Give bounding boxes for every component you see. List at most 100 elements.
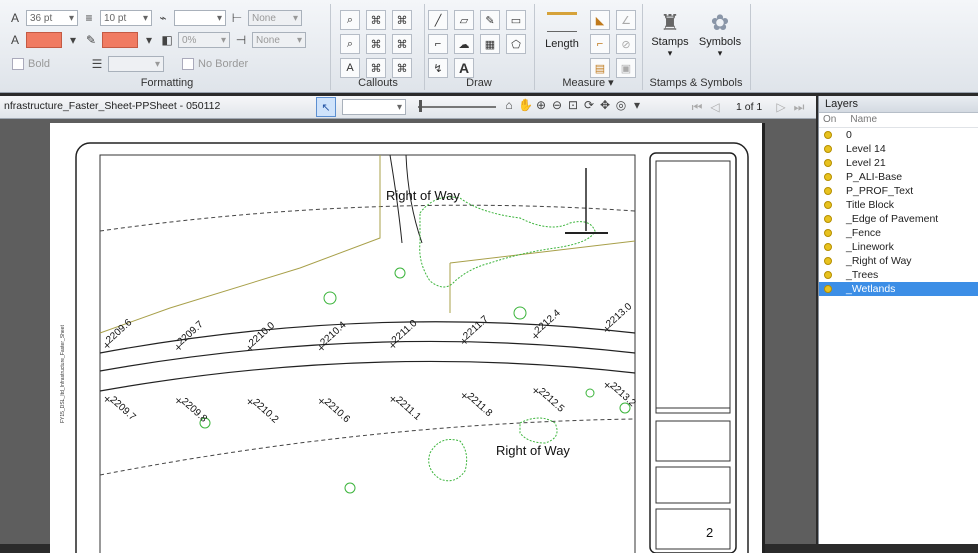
line-pattern-icon: ☰ xyxy=(91,57,103,71)
end-arrow-icon: ⊣ xyxy=(235,33,247,47)
polygon-icon[interactable]: ⬠ xyxy=(506,34,526,54)
layer-row[interactable]: _Fence xyxy=(819,226,978,240)
volume-icon[interactable]: ▣ xyxy=(616,58,636,78)
layer-visibility-icon[interactable] xyxy=(824,215,832,223)
chevron-down-icon[interactable]: ▾ xyxy=(66,33,80,47)
callout-icon[interactable]: ⌕ xyxy=(340,10,360,30)
layer-visibility-icon[interactable] xyxy=(824,145,832,153)
fit-icon[interactable]: ◎ xyxy=(614,98,628,112)
callout-icon[interactable]: ⌘ xyxy=(392,34,412,54)
column-on[interactable]: On xyxy=(823,113,836,127)
chevron-down-icon[interactable]: ▾ xyxy=(142,33,156,47)
previous-page-icon[interactable]: ◁ xyxy=(708,100,722,114)
layer-row[interactable]: Level 21 xyxy=(819,156,978,170)
first-page-icon[interactable]: ⏮ xyxy=(690,100,704,114)
bold-label: Bold xyxy=(28,58,51,70)
layer-name: Level 14 xyxy=(846,143,886,155)
layer-visibility-icon[interactable] xyxy=(824,271,832,279)
layer-row[interactable]: Level 14 xyxy=(819,142,978,156)
text-icon[interactable]: A xyxy=(454,58,474,78)
callout-icon[interactable]: ⌕ xyxy=(340,34,360,54)
font-size-select[interactable]: 36 pt ▾ xyxy=(26,10,78,26)
callout-icon[interactable]: ⌘ xyxy=(366,10,386,30)
stamps-button[interactable]: ♜ Stamps ▾ xyxy=(648,10,692,59)
next-page-icon[interactable]: ▷ xyxy=(774,100,788,114)
layer-visibility-icon[interactable] xyxy=(824,243,832,251)
pencil-icon[interactable]: ✎ xyxy=(480,10,500,30)
end-arrow-select[interactable]: None ▾ xyxy=(252,32,306,48)
zoom-select[interactable]: ▾ xyxy=(342,99,406,115)
rotate-icon[interactable]: ⟳ xyxy=(582,98,596,112)
opacity-icon: ◧ xyxy=(161,33,173,47)
line-color-swatch[interactable] xyxy=(102,32,138,48)
wetlands xyxy=(428,439,468,482)
layer-row[interactable]: _Trees xyxy=(819,268,978,282)
layer-row[interactable]: _Edge of Pavement xyxy=(819,212,978,226)
layer-visibility-icon[interactable] xyxy=(824,159,832,167)
chevron-down-icon[interactable]: ▾ xyxy=(630,98,644,112)
select-tool-icon[interactable]: ↖ xyxy=(316,97,336,117)
diameter-icon[interactable]: ⊘ xyxy=(616,34,636,54)
line-icon[interactable]: ╱ xyxy=(428,10,448,30)
text-callout-icon[interactable]: A xyxy=(340,58,360,78)
angle-icon[interactable]: ∠ xyxy=(616,10,636,30)
layer-row[interactable]: _Wetlands xyxy=(819,282,978,296)
layer-row[interactable]: _Right of Way xyxy=(819,254,978,268)
navigate-icon[interactable]: ✥ xyxy=(598,98,612,112)
perimeter-icon[interactable]: ⌐ xyxy=(590,34,610,54)
lower-station-labels: ×2209.7 ×2209.8 ×2210.2 ×2210.6 ×2211.1 ×2211… xyxy=(104,380,638,426)
symbols-button[interactable]: ✿ Symbols ▾ xyxy=(696,10,744,59)
layer-name: _Right of Way xyxy=(846,255,912,267)
zoom-in-icon[interactable]: ⊕ xyxy=(534,98,548,112)
formatting-group-label: Formatting xyxy=(140,77,194,89)
layer-visibility-icon[interactable] xyxy=(824,201,832,209)
cloud-icon[interactable]: ☁ xyxy=(454,34,474,54)
layer-row[interactable]: P_PROF_Text xyxy=(819,184,978,198)
area-icon[interactable]: ◣ xyxy=(590,10,610,30)
layer-row[interactable]: 0 xyxy=(819,128,978,142)
last-page-icon[interactable]: ⏭ xyxy=(792,100,806,114)
callout-icon[interactable]: ⌘ xyxy=(392,10,412,30)
line-width-select[interactable]: 10 pt ▾ xyxy=(100,10,152,26)
zoom-window-icon[interactable]: ⊡ xyxy=(566,98,580,112)
font-color-swatch[interactable] xyxy=(26,32,62,48)
layer-visibility-icon[interactable] xyxy=(824,187,832,195)
column-name[interactable]: Name xyxy=(850,113,877,127)
layer-row[interactable]: P_ALI-Base xyxy=(819,170,978,184)
layers-panel-title: Layers xyxy=(819,96,978,113)
rounded-rectangle-icon[interactable]: ▭ xyxy=(506,10,526,30)
no-border-checkbox[interactable] xyxy=(182,58,195,70)
opacity-select[interactable]: 0% ▾ xyxy=(178,32,230,48)
bold-checkbox[interactable] xyxy=(12,58,24,70)
callout-icon[interactable]: ⌘ xyxy=(366,34,386,54)
rectangle-icon[interactable]: ▱ xyxy=(454,10,474,30)
layer-visibility-icon[interactable] xyxy=(824,257,832,265)
layer-visibility-icon[interactable] xyxy=(824,131,832,139)
layer-row[interactable]: Title Block xyxy=(819,198,978,212)
linework xyxy=(99,155,381,334)
layer-visibility-icon[interactable] xyxy=(824,285,832,293)
arc-icon[interactable]: ↯ xyxy=(428,58,448,78)
font-color-icon: A xyxy=(10,33,19,47)
zoom-slider-handle[interactable] xyxy=(419,100,422,112)
polyline-icon[interactable]: ⌐ xyxy=(428,34,448,54)
start-arrow-select[interactable]: None ▾ xyxy=(248,10,302,26)
line-width-value: 10 pt xyxy=(104,12,127,24)
line-pattern-select[interactable]: ▾ xyxy=(108,56,165,72)
document-tab-title[interactable]: nfrastructure_Faster_Sheet-PPSheet - 050… xyxy=(4,100,220,112)
pan-icon[interactable]: ✋ xyxy=(518,98,533,112)
highlight-icon[interactable]: ▦ xyxy=(480,34,500,54)
home-icon[interactable]: ⌂ xyxy=(502,98,516,112)
zoom-out-icon[interactable]: ⊖ xyxy=(550,98,564,112)
callout-icon[interactable]: ⌘ xyxy=(366,58,386,78)
line-style-select[interactable]: ▾ xyxy=(174,10,226,26)
length-button[interactable]: Length xyxy=(540,12,584,50)
callout-icon[interactable]: ⌘ xyxy=(392,58,412,78)
layer-visibility-icon[interactable] xyxy=(824,173,832,181)
document-viewport[interactable]: FY15_DSL_Itd_Infrastructure_Faster_Sheet xyxy=(0,119,816,553)
count-icon[interactable]: ▤ xyxy=(590,58,610,78)
layer-visibility-icon[interactable] xyxy=(824,229,832,237)
zoom-slider[interactable] xyxy=(418,106,496,108)
layer-row[interactable]: _Linework xyxy=(819,240,978,254)
draw-group: ╱ ▱ ✎ ▭ ⌐ ☁ ▦ ⬠ ↯ A Draw xyxy=(424,4,535,90)
